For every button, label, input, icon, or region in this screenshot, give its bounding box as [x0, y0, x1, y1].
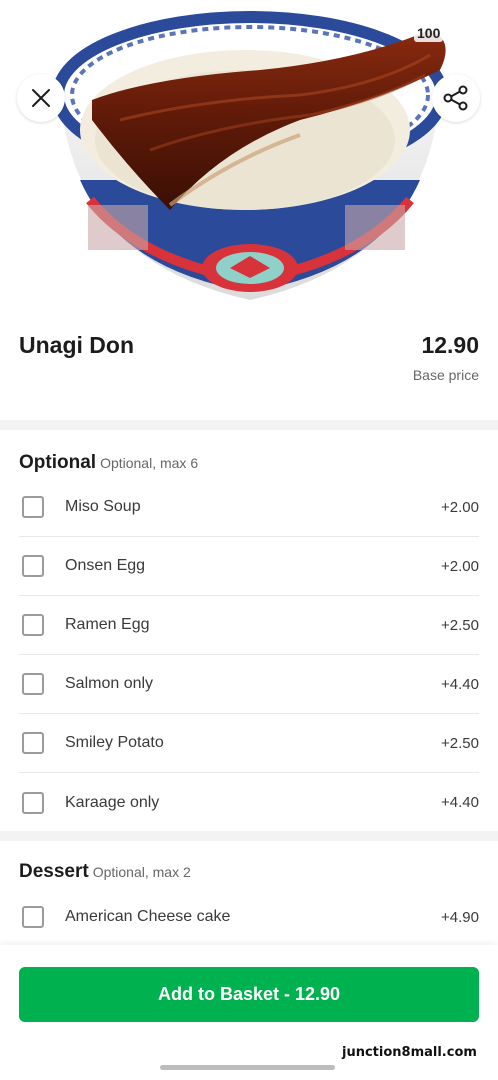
image-counter-badge: 100	[414, 24, 444, 42]
section-subtitle: Optional, max 6	[100, 455, 199, 471]
checkbox[interactable]	[22, 673, 44, 695]
option-label: Miso Soup	[65, 498, 141, 515]
section-title: Optional	[19, 452, 97, 473]
option-row-onsen-egg[interactable]: Onsen Egg +2.00	[19, 537, 479, 596]
section-divider	[0, 831, 498, 841]
option-price: +2.00	[441, 557, 479, 575]
checkbox[interactable]	[22, 732, 44, 754]
checkbox[interactable]	[22, 496, 44, 518]
bottom-bar: Add to Basket - 12.90 junction8mall.com	[0, 945, 498, 1080]
option-label: Onsen Egg	[65, 557, 146, 574]
option-price: +2.50	[441, 734, 479, 752]
option-row-salmon-only[interactable]: Salmon only +4.40	[19, 655, 479, 714]
option-label: Ramen Egg	[65, 616, 150, 633]
option-price: +4.40	[441, 794, 479, 811]
option-row-karaage-only[interactable]: Karaage only +4.40	[19, 773, 479, 832]
checkbox[interactable]	[22, 555, 44, 577]
section-title: Dessert	[19, 861, 89, 882]
section-subtitle: Optional, max 2	[92, 864, 191, 880]
section-header-dessert: Dessert Optional, max 2	[19, 861, 191, 883]
home-indicator[interactable]	[160, 1065, 335, 1070]
option-row-miso-soup[interactable]: Miso Soup +2.00	[19, 478, 479, 537]
unagi-don-bowl-photo	[52, 11, 448, 300]
option-label: Smiley Potato	[65, 734, 164, 751]
section-header-optional: Optional Optional, max 6	[19, 452, 198, 474]
item-name: Unagi Don	[19, 332, 134, 358]
option-row-smiley-potato[interactable]: Smiley Potato +2.50	[19, 714, 479, 773]
share-icon	[443, 85, 468, 111]
close-button[interactable]	[17, 74, 65, 122]
option-row-ramen-egg[interactable]: Ramen Egg +2.50	[19, 596, 479, 655]
add-to-basket-button[interactable]: Add to Basket - 12.90	[19, 967, 479, 1022]
base-price-caption: Base price	[412, 367, 479, 383]
close-icon	[32, 89, 50, 107]
watermark: junction8mall.com	[342, 1045, 477, 1060]
item-header: Unagi Don 12.90 Base price	[0, 312, 498, 420]
checkbox[interactable]	[22, 614, 44, 636]
option-label: Salmon only	[65, 675, 154, 692]
option-price: +2.50	[441, 616, 479, 634]
hero-image: 100	[0, 0, 498, 312]
option-price: +2.00	[441, 498, 479, 516]
option-price: +4.90	[441, 908, 479, 926]
option-price: +4.40	[441, 675, 479, 693]
item-price: 12.90	[421, 332, 479, 358]
option-label: American Cheese cake	[65, 908, 231, 925]
option-row-american-cheese-cake[interactable]: American Cheese cake +4.90	[19, 888, 479, 947]
checkbox[interactable]	[22, 791, 44, 814]
section-divider	[0, 420, 498, 430]
share-button[interactable]	[432, 74, 480, 122]
checkbox[interactable]	[22, 906, 44, 928]
option-label: Karaage only	[65, 793, 160, 811]
